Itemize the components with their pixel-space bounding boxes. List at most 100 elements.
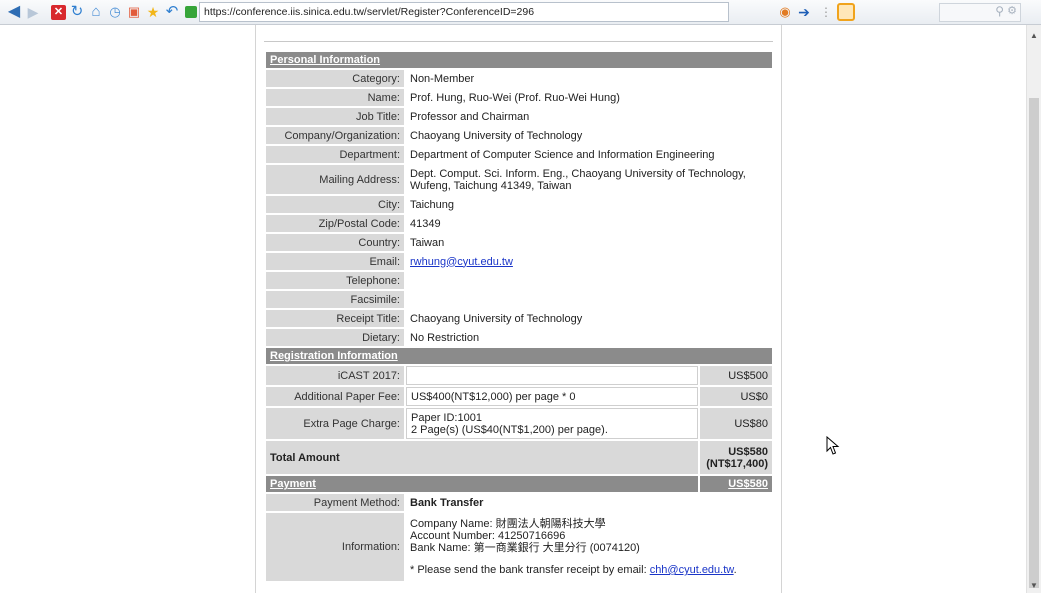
field-label: Extra Page Charge: xyxy=(266,408,404,439)
field-value: 41349 xyxy=(406,215,772,232)
field-label: Company/Organization: xyxy=(266,127,404,144)
home-icon[interactable]: ⌂ xyxy=(88,3,104,21)
row-name: Name: Prof. Hung, Ruo-Wei (Prof. Ruo-Wei… xyxy=(266,89,772,106)
field-label: Additional Paper Fee: xyxy=(266,387,404,406)
history-icon[interactable]: ◷ xyxy=(107,3,123,21)
extension-icon[interactable] xyxy=(837,3,855,21)
email-link[interactable]: rwhung@cyut.edu.tw xyxy=(410,256,513,268)
row-receipt-title: Receipt Title: Chaoyang University of Te… xyxy=(266,310,772,327)
address-bar[interactable]: https://conference.iis.sinica.edu.tw/ser… xyxy=(199,2,729,22)
row-job-title: Job Title: Professor and Chairman xyxy=(266,108,772,125)
field-label: Country: xyxy=(266,234,404,251)
mouse-pointer-icon xyxy=(826,436,840,455)
go-arrow-icon[interactable]: ➔ xyxy=(796,3,812,21)
back-arrow-icon[interactable]: ◀ xyxy=(6,3,22,21)
row-department: Department: Department of Computer Scien… xyxy=(266,146,772,163)
field-value: Taiwan xyxy=(406,234,772,251)
row-country: Country: Taiwan xyxy=(266,234,772,251)
row-telephone: Telephone: xyxy=(266,272,772,289)
field-value: rwhung@cyut.edu.tw xyxy=(406,253,772,270)
divider xyxy=(264,41,773,42)
paper-id: Paper ID:1001 xyxy=(411,411,482,424)
search-icon[interactable]: ⚲ xyxy=(995,4,1004,18)
account-number: Account Number: 41250716696 xyxy=(410,530,566,542)
undo-icon[interactable]: ↶ xyxy=(164,3,180,21)
total-usd: US$580 xyxy=(728,445,768,458)
forward-arrow-icon[interactable]: ▶ xyxy=(25,3,41,21)
scroll-down-arrow-icon[interactable]: ▼ xyxy=(1027,579,1041,593)
row-icast-fee: iCAST 2017: US$500 xyxy=(266,366,772,385)
lock-icon xyxy=(185,6,197,18)
field-label: Mailing Address: xyxy=(266,165,404,194)
payment-information-value: Company Name: 財團法人朝陽科技大學 Account Number:… xyxy=(406,513,772,581)
reload-icon[interactable]: ↻ xyxy=(69,3,85,21)
field-value xyxy=(406,366,698,385)
field-label: Dietary: xyxy=(266,329,404,346)
scroll-thumb[interactable] xyxy=(1029,98,1039,588)
row-payment-method: Payment Method: Bank Transfer xyxy=(266,494,772,511)
field-value xyxy=(406,272,772,289)
receipt-note-end: . xyxy=(733,564,737,576)
favorites-star-icon[interactable]: ★ xyxy=(145,3,161,21)
section-header-registration: Registration Information xyxy=(266,348,772,364)
browser-toolbar: ◀ ▶ ✕ ↻ ⌂ ◷ ▣ ★ ↶ https://conference.iis… xyxy=(0,0,1041,25)
payment-method-value: Bank Transfer xyxy=(406,494,772,511)
field-label: Name: xyxy=(266,89,404,106)
field-label: Facsimile: xyxy=(266,291,404,308)
payment-amount-link[interactable]: US$580 xyxy=(728,478,768,490)
field-label: Department: xyxy=(266,146,404,163)
field-value: Prof. Hung, Ruo-Wei (Prof. Ruo-Wei Hung) xyxy=(406,89,772,106)
total-amount-label: Total Amount xyxy=(266,441,698,474)
personal-information-link[interactable]: Personal Information xyxy=(270,54,380,66)
field-value: Non-Member xyxy=(406,70,772,87)
field-label: Payment Method: xyxy=(266,494,404,511)
field-label: Email: xyxy=(266,253,404,270)
row-zip: Zip/Postal Code: 41349 xyxy=(266,215,772,232)
row-total: Total Amount US$580 (NT$17,400) xyxy=(266,441,772,474)
vertical-scrollbar[interactable]: ▲ ▼ xyxy=(1026,25,1041,593)
toolbar-separator: ⋮ xyxy=(820,5,832,19)
bank-name: Bank Name: 第一商業銀行 大里分行 (0074120) xyxy=(410,542,640,554)
section-header-personal: Personal Information xyxy=(266,52,772,68)
amount: US$80 xyxy=(700,408,772,439)
receipt-email-link[interactable]: chh@cyut.edu.tw xyxy=(650,564,734,576)
page-charge: 2 Page(s) (US$40(NT$1,200) per page). xyxy=(411,423,608,436)
row-facsimile: Facsimile: xyxy=(266,291,772,308)
field-value: Paper ID:1001 2 Page(s) (US$40(NT$1,200)… xyxy=(406,408,698,439)
section-header-payment: Payment US$580 xyxy=(266,476,772,492)
registration-table: Personal Information Category: Non-Membe… xyxy=(264,50,774,583)
stop-icon[interactable]: ✕ xyxy=(51,4,66,20)
field-label: Category: xyxy=(266,70,404,87)
row-payment-information: Information: Company Name: 財團法人朝陽科技大學 Ac… xyxy=(266,513,772,581)
row-dietary: Dietary: No Restriction xyxy=(266,329,772,346)
scroll-up-arrow-icon[interactable]: ▲ xyxy=(1027,29,1041,43)
field-value: Chaoyang University of Technology xyxy=(406,127,772,144)
field-value: Taichung xyxy=(406,196,772,213)
total-amount: US$580 (NT$17,400) xyxy=(700,441,772,474)
field-value: Department of Computer Science and Infor… xyxy=(406,146,772,163)
gear-icon[interactable]: ⚙ xyxy=(1007,4,1017,17)
pin-icon[interactable]: ▣ xyxy=(126,3,142,21)
row-email: Email: rwhung@cyut.edu.tw xyxy=(266,253,772,270)
row-mailing-address: Mailing Address: Dept. Comput. Sci. Info… xyxy=(266,165,772,194)
row-additional-paper-fee: Additional Paper Fee: US$400(NT$12,000) … xyxy=(266,387,772,406)
company-name: Company Name: 財團法人朝陽科技大學 xyxy=(410,518,606,530)
amount: US$500 xyxy=(700,366,772,385)
row-company: Company/Organization: Chaoyang Universit… xyxy=(266,127,772,144)
field-label: Telephone: xyxy=(266,272,404,289)
row-extra-page-charge: Extra Page Charge: Paper ID:1001 2 Page(… xyxy=(266,408,772,439)
field-value: Chaoyang University of Technology xyxy=(406,310,772,327)
registration-panel: Personal Information Category: Non-Membe… xyxy=(255,25,782,593)
payment-link[interactable]: Payment xyxy=(270,478,316,490)
field-value: US$400(NT$12,000) per page * 0 xyxy=(406,387,698,406)
receipt-note: * Please send the bank transfer receipt … xyxy=(410,564,768,576)
registration-information-link[interactable]: Registration Information xyxy=(270,350,398,362)
total-ntd: (NT$17,400) xyxy=(706,457,768,470)
field-label: Receipt Title: xyxy=(266,310,404,327)
receipt-note-text: * Please send the bank transfer receipt … xyxy=(410,564,650,576)
row-city: City: Taichung xyxy=(266,196,772,213)
search-box[interactable]: ⚲ ⚙ xyxy=(939,3,1021,22)
field-label: City: xyxy=(266,196,404,213)
ie-compat-icon[interactable]: ◉ xyxy=(777,3,793,21)
field-label: Zip/Postal Code: xyxy=(266,215,404,232)
